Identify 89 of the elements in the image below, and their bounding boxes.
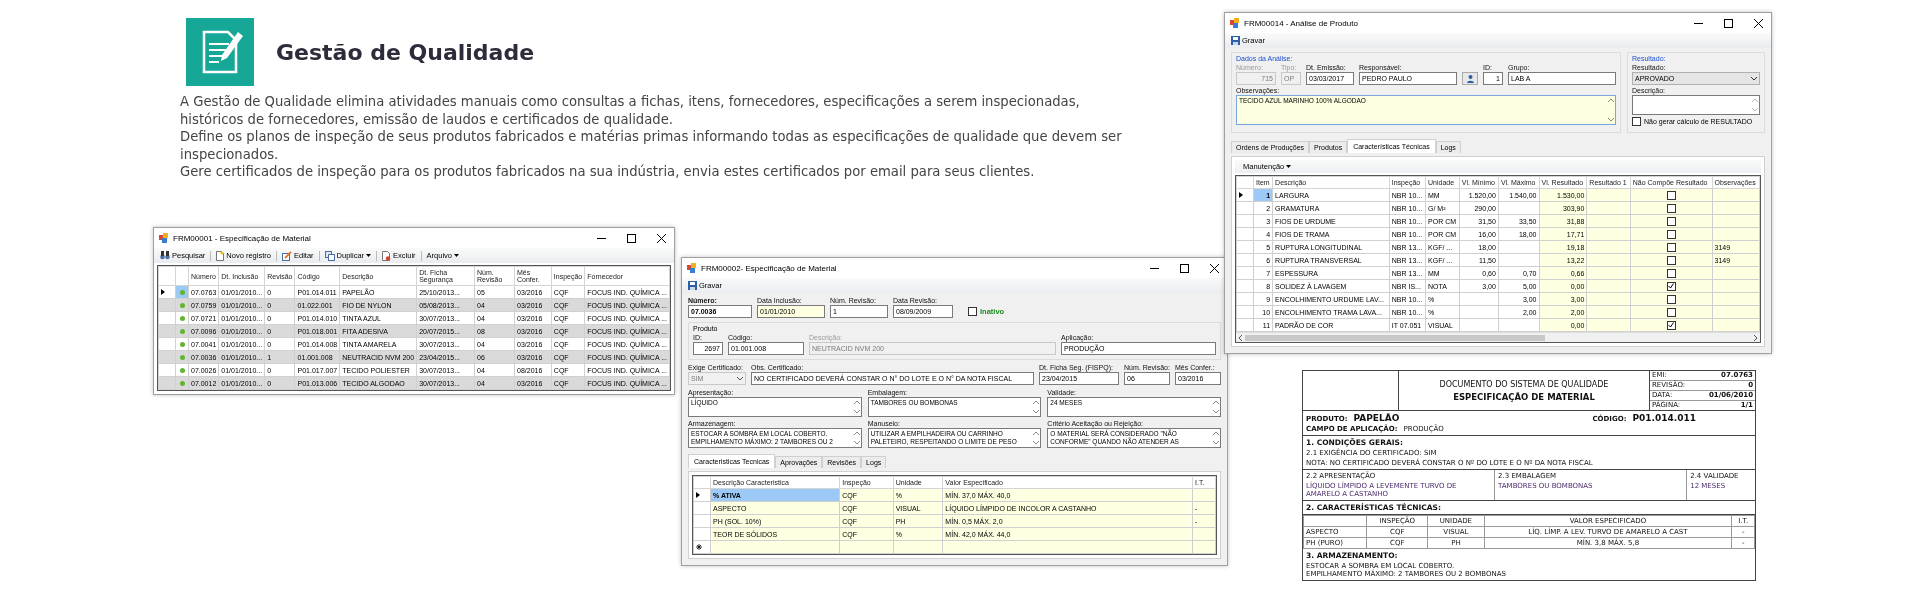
status-dot-icon — [179, 341, 185, 347]
chevron-up-icon[interactable] — [1752, 98, 1758, 102]
save-icon — [688, 281, 697, 290]
caret-icon — [366, 254, 372, 257]
scrollbar[interactable] — [1236, 332, 1760, 342]
document-delete-icon — [382, 250, 392, 261]
chevron-down-icon[interactable] — [1213, 410, 1219, 414]
new-row-icon — [696, 543, 702, 550]
copy-icon — [324, 250, 335, 261]
document-icon — [216, 250, 225, 261]
table-cell — [1459, 318, 1499, 332]
checkbox[interactable] — [968, 307, 977, 316]
status-dot-icon — [179, 302, 185, 308]
status-dot-icon — [179, 354, 185, 360]
row-pointer-icon — [161, 288, 165, 295]
close-icon — [1209, 263, 1219, 273]
chevron-down-icon — [1751, 76, 1757, 81]
maximize-icon — [1179, 263, 1189, 273]
scroll-thumb[interactable] — [1245, 334, 1545, 341]
chevron-up-icon[interactable] — [1213, 431, 1219, 435]
window-title: FRM00014 - Análise de Produto — [1244, 18, 1359, 28]
report-title: DOCUMENTO DO SISTEMA DE QUALIDADE — [1439, 379, 1609, 389]
chevron-up-icon[interactable] — [1213, 400, 1219, 404]
report-subtitle: ESPECIFICAÇÃO DE MATERIAL — [1453, 391, 1595, 402]
chevron-up-icon[interactable] — [853, 431, 860, 435]
table-cell — [1498, 318, 1539, 332]
chevron-up-icon[interactable] — [1608, 98, 1614, 102]
status-dot-icon — [179, 367, 185, 373]
close-icon — [1753, 18, 1763, 28]
chevron-up-icon[interactable] — [1033, 431, 1040, 435]
chevron-right-icon[interactable] — [1754, 334, 1758, 341]
chevron-down-icon[interactable] — [1033, 410, 1040, 414]
status-dot-icon — [179, 328, 185, 334]
chevron-up-icon[interactable] — [853, 400, 860, 404]
checkbox[interactable] — [1666, 242, 1676, 252]
chevron-down-icon — [737, 376, 743, 381]
chevron-down-icon[interactable] — [1608, 118, 1614, 122]
checkbox[interactable] — [1666, 216, 1676, 226]
checkbox[interactable] — [1666, 307, 1676, 317]
caret-icon — [1286, 165, 1292, 168]
chevron-down-icon[interactable] — [853, 410, 860, 414]
chevron-down-icon[interactable] — [1213, 441, 1219, 445]
table-cell — [1459, 292, 1499, 306]
binoculars-icon — [160, 251, 170, 260]
app-icon — [1230, 18, 1240, 28]
checkbox[interactable] — [1666, 229, 1676, 239]
window-title: FRM00002- Especificação de Material — [701, 263, 838, 273]
table-cell — [1459, 305, 1499, 319]
checkbox[interactable] — [1666, 268, 1676, 278]
row-pointer-icon — [1239, 191, 1243, 198]
table-cell — [1498, 253, 1539, 267]
maximize-icon — [626, 233, 636, 243]
chevron-left-icon[interactable] — [1238, 334, 1242, 341]
chevron-down-icon[interactable] — [1752, 108, 1758, 112]
checkbox[interactable] — [1632, 117, 1641, 126]
checkbox[interactable] — [1666, 320, 1676, 330]
save-icon — [1231, 36, 1240, 45]
chevron-up-icon[interactable] — [1033, 400, 1040, 404]
person-icon — [1466, 74, 1474, 83]
checkbox[interactable] — [1666, 203, 1676, 213]
table-cell — [1498, 240, 1539, 254]
checkbox[interactable] — [1666, 281, 1676, 291]
checkbox[interactable] — [1666, 294, 1676, 304]
maximize-icon — [1723, 18, 1733, 28]
intro-paragraph: Gere certificados de inspeção para os produtos fabricados na sua indústria, envia estes certificados por email para seus clientes. — [180, 163, 1036, 181]
intro-paragraph: Define os planos de inspeção de seus produtos fabricados e matérias primas informando todas as especificações de qualidade que devem ser inspecionados. — [180, 128, 1123, 163]
app-icon — [159, 233, 169, 243]
intro-paragraph: A Gestão de Qualidade elimina atividades manuais como consultas a fichas, itens, fornecedores, especificações a serem inspecionadas, históricos de fornecedores, emissão de laudos e certificados de qualidade. — [180, 93, 1081, 128]
checkbox[interactable] — [1666, 190, 1676, 200]
pencil-icon — [281, 250, 292, 261]
person-button[interactable] — [1462, 72, 1478, 85]
product-name: PAPELÃO — [1353, 413, 1400, 423]
status-dot-icon — [179, 315, 185, 321]
chevron-down-icon[interactable] — [1033, 441, 1040, 445]
status-dot-icon — [179, 289, 185, 295]
document-edit-icon — [186, 18, 254, 86]
text-area[interactable] — [1632, 95, 1760, 115]
caret-icon — [454, 254, 460, 257]
window-title: FRM00001 - Especificação de Material — [173, 233, 312, 243]
app-icon — [687, 263, 697, 273]
page-title: Gestão de Qualidade — [276, 39, 535, 65]
status-dot-icon — [179, 380, 185, 386]
chevron-down-icon[interactable] — [853, 441, 860, 445]
checkbox[interactable] — [1666, 255, 1676, 265]
close-icon — [656, 233, 666, 243]
product-code: P01.014.011 — [1632, 413, 1696, 423]
row-header[interactable] — [1236, 188, 1254, 202]
row-pointer-icon — [696, 491, 700, 498]
table-cell — [1498, 201, 1539, 215]
